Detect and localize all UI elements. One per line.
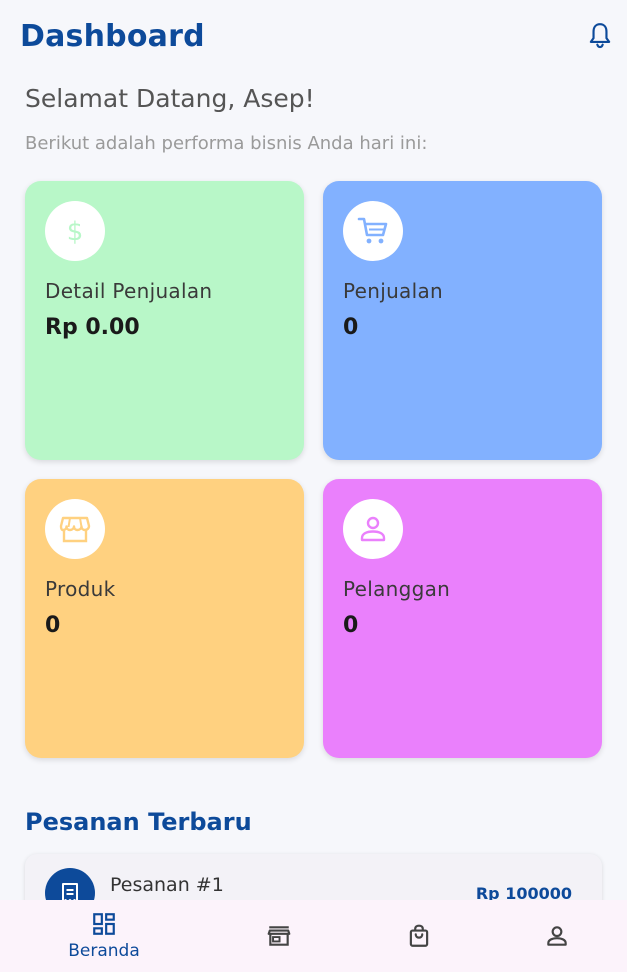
recent-orders-title: Pesanan Terbaru — [25, 808, 252, 836]
bottom-navigation: Beranda — [0, 900, 627, 972]
card-value: 0 — [343, 613, 359, 638]
customers-card[interactable]: Pelanggan 0 — [323, 479, 602, 758]
order-name: Pesanan #1 — [110, 874, 224, 896]
nav-item-home[interactable]: Beranda — [54, 900, 154, 972]
store-icon — [267, 926, 291, 946]
nav-item-shopping-bag[interactable] — [392, 900, 446, 972]
card-value: 0 — [45, 613, 61, 638]
products-card[interactable]: Produk 0 — [25, 479, 304, 758]
bell-icon[interactable] — [585, 21, 615, 51]
person-icon — [547, 926, 567, 946]
welcome-subtitle: Berikut adalah performa bisnis Anda hari… — [25, 133, 428, 154]
sales-detail-card[interactable]: $ Detail Penjualan Rp 0.00 — [25, 181, 304, 460]
welcome-heading: Selamat Datang, Asep! — [25, 84, 315, 113]
page-title: Dashboard — [20, 18, 205, 54]
dashboard-icon — [93, 913, 115, 935]
person-icon — [343, 499, 403, 559]
nav-item-profile[interactable] — [530, 900, 584, 972]
card-label: Produk — [45, 577, 116, 601]
card-label: Penjualan — [343, 279, 444, 303]
shopping-bag-icon — [409, 924, 429, 947]
card-value: 0 — [343, 315, 359, 340]
card-label: Pelanggan — [343, 577, 451, 601]
store-icon — [45, 499, 105, 559]
card-value: Rp 0.00 — [45, 315, 140, 340]
nav-item-store[interactable] — [252, 900, 306, 972]
card-label: Detail Penjualan — [45, 279, 213, 303]
cart-icon — [343, 201, 403, 261]
sales-card[interactable]: Penjualan 0 — [323, 181, 602, 460]
dollar-icon: $ — [45, 201, 105, 261]
svg-text:$: $ — [67, 217, 84, 246]
app-header: Dashboard — [0, 0, 627, 72]
nav-label-home: Beranda — [68, 941, 140, 961]
